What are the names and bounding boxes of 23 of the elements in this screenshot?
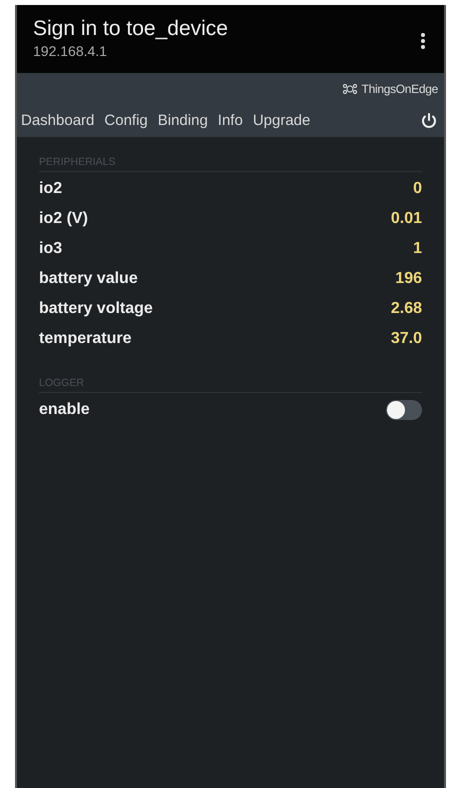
- field-value: 37.0: [390, 328, 422, 349]
- field-label: io3: [39, 238, 62, 259]
- field-label: enable: [39, 400, 90, 420]
- field-label: io2: [39, 178, 62, 199]
- field-value: 1: [413, 238, 422, 259]
- field-value: 0.01: [390, 208, 422, 229]
- page-address: 192.168.4.1: [33, 42, 108, 62]
- nav-tab[interactable]: Upgrade: [252, 110, 310, 132]
- toggle-switch[interactable]: [386, 400, 422, 420]
- field-label: battery voltage: [39, 298, 153, 319]
- nav-tab[interactable]: Info: [218, 110, 243, 132]
- nav-tab[interactable]: Config: [104, 110, 148, 132]
- field-value: 196: [395, 268, 422, 289]
- field-label: temperature: [39, 328, 132, 349]
- nav-tab[interactable]: Dashboard: [21, 110, 94, 132]
- page-title: Sign in to toe_device: [33, 17, 228, 42]
- field-label: io2 (V): [39, 208, 88, 229]
- field-value: 0: [413, 178, 422, 199]
- logo-icon: [342, 82, 358, 96]
- nav-tab[interactable]: Binding: [158, 110, 208, 132]
- field-label: battery value: [39, 268, 138, 289]
- brand-name: ThingsOnEdge: [362, 81, 438, 98]
- field-value: 2.68: [390, 298, 422, 319]
